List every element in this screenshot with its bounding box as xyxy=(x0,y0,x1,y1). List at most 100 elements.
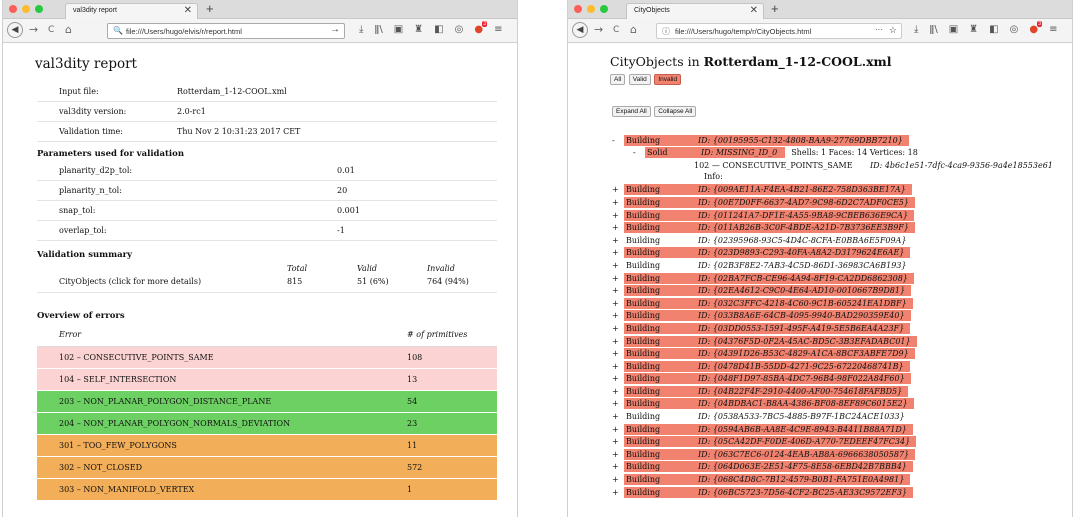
filter-all-button[interactable]: All xyxy=(610,74,626,85)
solid-row[interactable]: - Solid ID: MISSING_ID_0 Shells: 1 Faces… xyxy=(612,147,1062,159)
list-item[interactable]: + Building ID: {011AB26B-3C0F-4BDE-A21D-7B… xyxy=(612,221,1062,234)
summary-row-cityobjects[interactable]: CityObjects (click for more details) 815… xyxy=(37,273,497,293)
addon-icon[interactable]: ● 3 xyxy=(474,21,488,35)
list-item[interactable]: + Building ID: {02EA4612-C9C0-4E64-AD10-00… xyxy=(612,284,1062,297)
list-item[interactable]: + Building ID: {04B22F4F-2910-4400-AF00-75… xyxy=(612,385,1062,398)
expand-toggle[interactable]: + xyxy=(612,488,624,497)
expand-toggle[interactable]: + xyxy=(612,475,624,484)
expand-toggle[interactable]: + xyxy=(612,274,624,283)
minimize-window-button[interactable] xyxy=(22,5,30,13)
expand-toggle[interactable]: + xyxy=(612,198,624,207)
pocket-icon[interactable]: ♜ xyxy=(969,24,978,35)
reload-icon[interactable]: C xyxy=(613,25,619,35)
menu-icon[interactable]: ≡ xyxy=(1049,24,1057,35)
list-item[interactable]: + Building ID: {02B3F8E2-7AB3-4C5D-86D1-36… xyxy=(612,259,1062,272)
extension-icon[interactable]: ◧ xyxy=(989,24,998,35)
reload-icon[interactable]: C xyxy=(48,25,54,35)
zoom-window-button[interactable] xyxy=(600,5,608,13)
home-icon[interactable]: ⌂ xyxy=(65,23,72,36)
home-icon[interactable]: ⌂ xyxy=(630,23,637,36)
expand-toggle[interactable]: + xyxy=(612,399,624,408)
browser-tab[interactable]: val3dity report ✕ xyxy=(65,3,198,19)
list-item[interactable]: + Building ID: {009AE11A-F4EA-4B21-86E2-75… xyxy=(612,184,1062,197)
list-item[interactable]: + Building ID: {00E7D0FF-6637-4AD7-9C98-6D… xyxy=(612,196,1062,209)
info-icon[interactable]: ⓘ xyxy=(662,26,670,37)
list-item[interactable]: + Building ID: {05CA42DF-F0DE-406D-A770-7E… xyxy=(612,435,1062,448)
expand-toggle[interactable]: + xyxy=(612,299,624,308)
filter-invalid-button[interactable]: Invalid xyxy=(654,74,682,85)
browser-tab[interactable]: CityObjects ✕ xyxy=(626,3,764,19)
list-item[interactable]: + Building ID: {068C4D8C-7B12-4579-B0B1-FA… xyxy=(612,473,1062,486)
tab-close-icon[interactable]: ✕ xyxy=(750,5,758,16)
list-item[interactable]: + Building ID: {03DD0553-1591-495F-A419-5E… xyxy=(612,322,1062,335)
minimize-window-button[interactable] xyxy=(587,5,595,13)
expand-toggle[interactable]: + xyxy=(612,387,624,396)
close-window-button[interactable] xyxy=(574,5,582,13)
download-icon[interactable]: ⤓ xyxy=(914,24,918,35)
expand-toggle[interactable]: + xyxy=(612,211,624,220)
list-item[interactable]: + Building ID: {0538A533-7BC5-4885-B97F-1B… xyxy=(612,410,1062,423)
list-item[interactable]: + Building ID: {04376F5D-0F2A-45AC-BD5C-3B… xyxy=(612,335,1062,348)
list-item[interactable]: + Building ID: {023D9893-C293-40FA-A8A2-D3… xyxy=(612,247,1062,260)
list-item[interactable]: + Building ID: {02BA7FCB-CE96-4A94-8F19-CA… xyxy=(612,272,1062,285)
cityobjects-link[interactable]: CityObjects (click for more details) xyxy=(37,277,287,286)
filter-valid-button[interactable]: Valid xyxy=(628,74,651,85)
sidebar-icon[interactable]: ▣ xyxy=(949,24,958,35)
expand-toggle[interactable]: + xyxy=(612,437,624,446)
account-icon[interactable]: ◎ xyxy=(455,24,464,35)
expand-toggle[interactable]: + xyxy=(612,286,624,295)
list-item[interactable]: - Building ID: {00195955-C132-4808-BAA9-… xyxy=(612,134,1062,147)
list-item[interactable]: + Building ID: {04BDBAC1-B8AA-4386-BF08-8E… xyxy=(612,398,1062,411)
forward-icon[interactable]: → xyxy=(594,23,603,36)
sidebar-icon[interactable]: ▣ xyxy=(394,24,403,35)
address-bar[interactable]: ⓘ file:///Users/hugo/temp/r/CityObjects.… xyxy=(656,23,902,39)
expand-toggle[interactable]: + xyxy=(612,248,624,257)
list-item[interactable]: + Building ID: {0594AB6B-AA8E-4C9E-8943-B4… xyxy=(612,423,1062,436)
expand-toggle[interactable]: + xyxy=(612,349,624,358)
expand-all-button[interactable]: Expand All xyxy=(612,106,651,117)
back-icon[interactable]: ◀ xyxy=(7,22,23,38)
list-item[interactable]: + Building ID: {064D063E-2E51-4F75-8E58-6E… xyxy=(612,461,1062,474)
list-item[interactable]: + Building ID: {04391D26-B53C-4829-A1CA-8B… xyxy=(612,347,1062,360)
expand-toggle[interactable]: + xyxy=(612,223,624,232)
expand-toggle[interactable]: + xyxy=(612,462,624,471)
expand-toggle[interactable]: + xyxy=(612,337,624,346)
menu-icon[interactable]: ≡ xyxy=(494,24,502,35)
expand-toggle[interactable]: + xyxy=(612,185,624,194)
expand-toggle[interactable]: + xyxy=(612,412,624,421)
expand-toggle[interactable]: + xyxy=(612,374,624,383)
list-item[interactable]: + Building ID: {048F1D97-85BA-4DC7-96B4-98… xyxy=(612,373,1062,386)
account-icon[interactable]: ◎ xyxy=(1010,24,1019,35)
expand-toggle[interactable]: + xyxy=(612,236,624,245)
expand-toggle[interactable]: + xyxy=(612,324,624,333)
collapse-toggle[interactable]: - xyxy=(633,148,645,157)
tab-close-icon[interactable]: ✕ xyxy=(184,5,192,16)
addon-icon[interactable]: ● 3 xyxy=(1029,21,1043,35)
forward-icon[interactable]: → xyxy=(29,23,38,36)
address-bar[interactable]: 🔍 file:///Users/hugo/elvis/r/report.html… xyxy=(107,23,345,39)
list-item[interactable]: + Building ID: {033B8A6E-64CB-4095-9940-BA… xyxy=(612,310,1062,323)
download-icon[interactable]: ⤓ xyxy=(359,24,363,35)
close-window-button[interactable] xyxy=(9,5,17,13)
list-item[interactable]: + Building ID: {02395968-93C5-4D4C-8CFA-E0… xyxy=(612,234,1062,247)
back-icon[interactable]: ◀ xyxy=(572,22,588,38)
list-item[interactable]: + Building ID: {011241A7-DF1E-4A55-9BA8-9C… xyxy=(612,209,1062,222)
collapse-all-button[interactable]: Collapse All xyxy=(654,106,697,117)
list-item[interactable]: + Building ID: {032C3FFC-4218-4C60-9C1B-60… xyxy=(612,297,1062,310)
library-icon[interactable]: ǁ\ xyxy=(374,24,382,35)
list-item[interactable]: + Building ID: {06BC5723-7D56-4CF2-BC25-AE… xyxy=(612,486,1062,499)
new-tab-icon[interactable]: + xyxy=(771,1,779,16)
star-icon[interactable]: ☆ xyxy=(889,25,897,36)
go-icon[interactable]: → xyxy=(330,24,340,35)
pocket-icon[interactable]: ♜ xyxy=(414,24,423,35)
library-icon[interactable]: ǁ\ xyxy=(929,24,937,35)
list-item[interactable]: + Building ID: {0478D41B-55DD-4271-9C25-67… xyxy=(612,360,1062,373)
expand-toggle[interactable]: + xyxy=(612,311,624,320)
expand-toggle[interactable]: + xyxy=(612,261,624,270)
extension-icon[interactable]: ◧ xyxy=(434,24,443,35)
expand-toggle[interactable]: + xyxy=(612,450,624,459)
zoom-window-button[interactable] xyxy=(35,5,43,13)
expand-toggle[interactable]: + xyxy=(612,362,624,371)
collapse-toggle[interactable]: - xyxy=(612,136,624,145)
page-actions-icon[interactable]: ··· xyxy=(875,25,883,34)
